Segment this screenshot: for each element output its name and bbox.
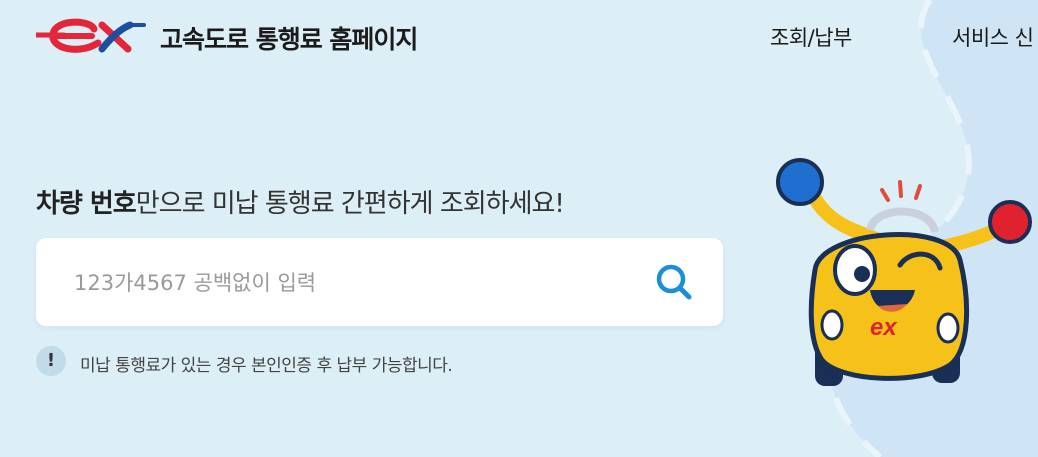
vehicle-search-box [36, 238, 723, 326]
vehicle-number-input[interactable] [72, 260, 636, 306]
mascot-badge-text: ex [870, 314, 898, 341]
site-title[interactable]: 고속도로 통행료 홈페이지 [160, 20, 418, 56]
headline-strong: 차량 번호 [36, 189, 137, 219]
page-headline: 차량 번호만으로 미납 통행료 간편하게 조회하세요! [36, 183, 565, 220]
search-icon [656, 264, 692, 300]
notice-text: 미납 통행료가 있는 경우 본인인증 후 납부 가능합니다. [80, 356, 453, 376]
ex-logo[interactable] [33, 15, 148, 57]
headline-rest: 만으로 미납 통행료 간편하게 조회하세요! [135, 189, 565, 219]
nav-service[interactable]: 서비스 신 [952, 22, 1034, 52]
car-mascot-icon: ex [776, 158, 1032, 386]
info-exclamation-icon: ! [36, 346, 66, 376]
search-button[interactable] [650, 258, 698, 306]
nav-inquiry-payment[interactable]: 조회/납부 [770, 22, 852, 52]
